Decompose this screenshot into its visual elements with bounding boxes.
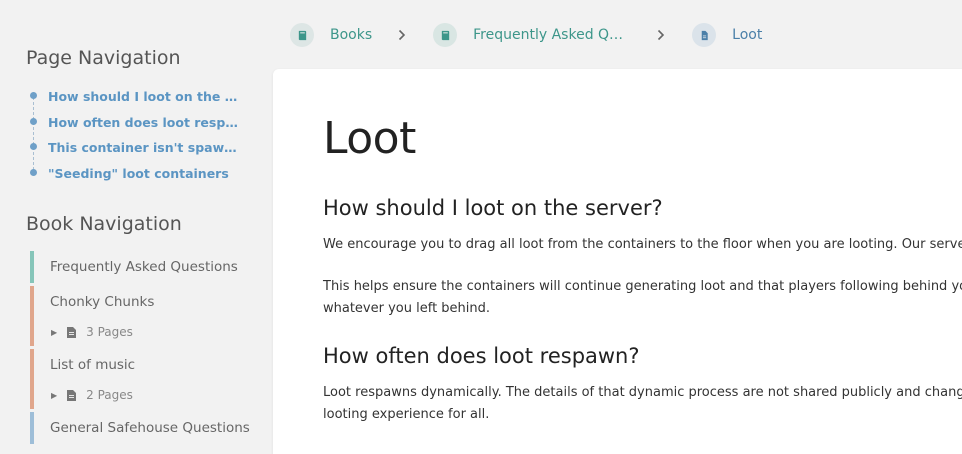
paragraph: This helps ensure the containers will co… [323, 276, 962, 320]
caret-right-icon: ▶ [51, 390, 58, 400]
page-nav-item[interactable]: How should I loot on the ser... [30, 84, 250, 110]
paragraph: We encourage you to drag all loot from t… [323, 237, 962, 252]
page-nav-link[interactable]: How often does loot respawn? [48, 115, 240, 130]
page-nav-link[interactable]: How should I loot on the ser... [48, 89, 240, 104]
breadcrumb-faq[interactable]: Frequently Asked Quest... [433, 23, 631, 47]
section-heading: How often does loot respawn? [323, 344, 640, 368]
book-nav-chapter: Chonky Chunks ▶ 3 Pages [30, 286, 260, 346]
paragraph-line: looting experience for all. [323, 407, 490, 422]
page-navigation: How should I loot on the ser... How ofte… [30, 84, 250, 186]
page-icon [692, 23, 717, 47]
page-nav-item[interactable]: This container isn't spawnin... [30, 135, 250, 161]
page-nav-item[interactable]: How often does loot respawn? [30, 110, 250, 136]
chevron-right-icon [398, 29, 406, 41]
book-nav-chapter: List of music ▶ 2 Pages [30, 349, 260, 409]
page-content: Loot How should I loot on the server? We… [273, 69, 962, 454]
page-title: Loot [323, 113, 416, 164]
breadcrumb-label: Loot [732, 27, 763, 43]
page-nav-item[interactable]: "Seeding" loot containers [30, 161, 250, 187]
book-navigation-title: Book Navigation [26, 213, 182, 235]
chapter-link[interactable]: List of music [50, 349, 260, 381]
book-icon [290, 23, 314, 47]
book-nav-chapter: Frequently Asked Questions [30, 251, 260, 283]
page-nav-link[interactable]: "Seeding" loot containers [48, 166, 229, 181]
left-sidebar: Page Navigation How should I loot on the… [0, 0, 272, 454]
bullet-dot-icon [30, 117, 37, 125]
caret-right-icon: ▶ [51, 327, 58, 337]
paragraph: Loot respawns dynamically. The details o… [323, 382, 962, 426]
breadcrumb-label: Frequently Asked Quest... [473, 27, 632, 43]
chevron-right-icon [657, 29, 665, 41]
chapter-pages-toggle[interactable]: ▶ 2 Pages [50, 381, 260, 409]
bullet-dot-icon [30, 143, 37, 150]
chapter-link[interactable]: Chonky Chunks [50, 286, 260, 318]
bullet-dot-icon [30, 168, 37, 176]
chapter-link[interactable]: Frequently Asked Questions [50, 251, 260, 283]
breadcrumb: Books Frequently Asked Quest... Loot [290, 20, 762, 50]
paragraph-line: This helps ensure the containers will co… [323, 279, 962, 294]
breadcrumb-loot[interactable]: Loot [692, 23, 762, 47]
pages-count: 3 Pages [86, 325, 133, 339]
pages-count: 2 Pages [86, 388, 133, 402]
breadcrumb-label: Books [330, 27, 373, 43]
section-heading: How should I loot on the server? [323, 196, 663, 220]
chapter-pages-toggle[interactable]: ▶ 3 Pages [50, 318, 260, 346]
paragraph-line: Loot respawns dynamically. The details o… [323, 385, 962, 400]
breadcrumb-books[interactable]: Books [290, 23, 372, 47]
book-navigation: Frequently Asked Questions Chonky Chunks… [30, 251, 260, 447]
page-icon [67, 389, 77, 401]
paragraph-line: whatever you left behind. [323, 301, 491, 316]
chapter-link[interactable]: General Safehouse Questions [50, 412, 260, 444]
book-nav-chapter: General Safehouse Questions [30, 412, 260, 444]
bullet-dot-icon [30, 92, 37, 99]
page-icon [67, 326, 77, 338]
page-navigation-title: Page Navigation [26, 47, 181, 69]
book-icon [433, 23, 458, 47]
page-nav-link[interactable]: This container isn't spawnin... [48, 140, 240, 155]
